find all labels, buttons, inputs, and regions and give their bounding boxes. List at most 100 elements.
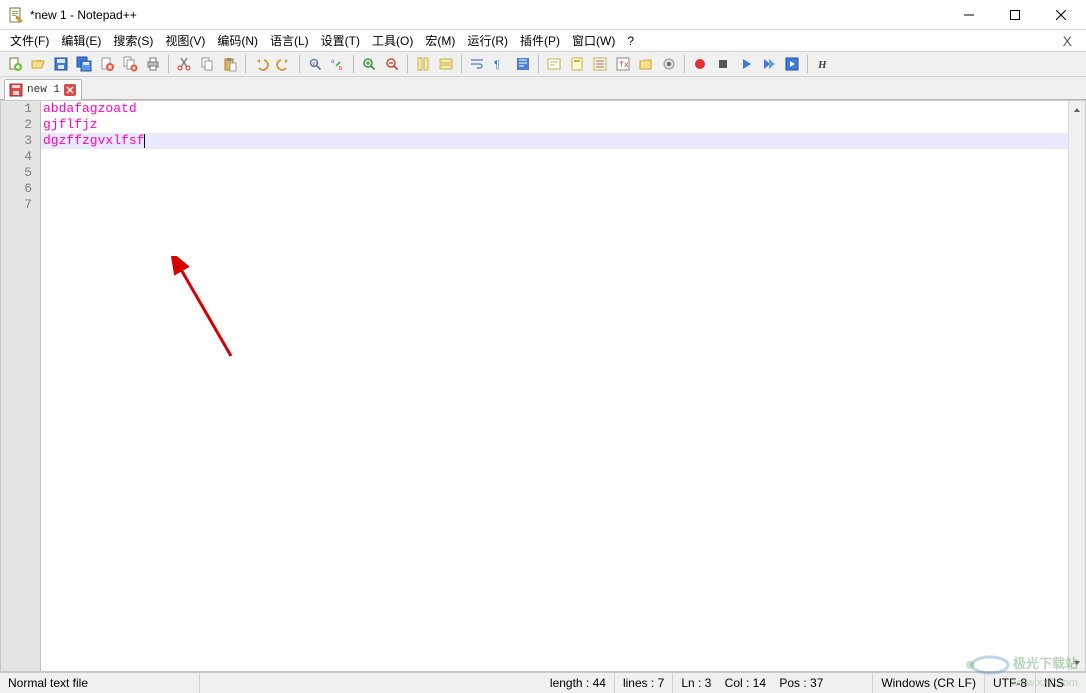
- menu-file[interactable]: 文件(F): [4, 30, 55, 51]
- zoom-out-button[interactable]: [381, 53, 403, 75]
- save-button[interactable]: [50, 53, 72, 75]
- code-text: abdafagzoatd: [43, 101, 137, 116]
- monitor-button[interactable]: [658, 53, 680, 75]
- redo-button[interactable]: [273, 53, 295, 75]
- open-file-button[interactable]: [27, 53, 49, 75]
- menu-edit[interactable]: 编辑(E): [55, 30, 107, 51]
- doc-list-button[interactable]: [589, 53, 611, 75]
- save-all-button[interactable]: [73, 53, 95, 75]
- toolbar-separator: [407, 55, 408, 73]
- annotation-arrow: [161, 256, 251, 366]
- line-number: 3: [1, 133, 32, 149]
- toolbar-separator: [245, 55, 246, 73]
- status-bar: Normal text file length : 44 lines : 7 L…: [0, 672, 1086, 693]
- menu-macro[interactable]: 宏(M): [419, 30, 461, 51]
- close-button[interactable]: [1038, 0, 1084, 29]
- find-button[interactable]: ab: [304, 53, 326, 75]
- svg-text:a: a: [331, 59, 335, 65]
- tab-close-button[interactable]: [64, 84, 76, 96]
- wordwrap-button[interactable]: [466, 53, 488, 75]
- toolbar-separator: [684, 55, 685, 73]
- status-file-type: Normal text file: [0, 673, 200, 693]
- toolbar-separator: [299, 55, 300, 73]
- minimize-button[interactable]: [946, 0, 992, 29]
- line-number: 2: [1, 117, 32, 133]
- toolbar-separator: [807, 55, 808, 73]
- new-file-button[interactable]: [4, 53, 26, 75]
- toolbar-separator: [538, 55, 539, 73]
- scroll-down-arrow[interactable]: [1069, 654, 1085, 671]
- stop-macro-button[interactable]: [712, 53, 734, 75]
- toolbar-separator: [461, 55, 462, 73]
- app-icon: [8, 7, 24, 23]
- menu-bar: 文件(F) 编辑(E) 搜索(S) 视图(V) 编码(N) 语言(L) 设置(T…: [0, 30, 1086, 51]
- close-file-button[interactable]: [96, 53, 118, 75]
- unsaved-file-icon: [9, 83, 23, 97]
- doc-map-button[interactable]: [566, 53, 588, 75]
- save-macro-button[interactable]: [781, 53, 803, 75]
- vertical-scrollbar[interactable]: [1068, 101, 1085, 671]
- status-lines: lines : 7: [615, 673, 673, 693]
- show-all-chars-button[interactable]: ¶: [489, 53, 511, 75]
- undo-button[interactable]: [250, 53, 272, 75]
- menu-help[interactable]: ?: [621, 32, 640, 50]
- record-macro-button[interactable]: [689, 53, 711, 75]
- line-number: 7: [1, 197, 32, 213]
- status-eol: Windows (CR LF): [873, 673, 985, 693]
- code-text: gjflfjz: [43, 117, 98, 132]
- menu-plugins[interactable]: 插件(P): [514, 30, 566, 51]
- user-lang-button[interactable]: [543, 53, 565, 75]
- menu-view[interactable]: 视图(V): [159, 30, 211, 51]
- line-number: 5: [1, 165, 32, 181]
- svg-text:b: b: [339, 66, 343, 72]
- sync-hscroll-button[interactable]: [435, 53, 457, 75]
- editor[interactable]: 1 2 3 4 5 6 7 abdafagzoatd gjflfjz dgzff…: [0, 100, 1086, 672]
- code-area[interactable]: abdafagzoatd gjflfjz dgzffzgvxlfsf: [41, 101, 1085, 671]
- status-ins: INS: [1036, 673, 1086, 693]
- toolbar: ab ab ¶ fx H: [0, 51, 1086, 77]
- copy-button[interactable]: [196, 53, 218, 75]
- replace-button[interactable]: ab: [327, 53, 349, 75]
- window-title: *new 1 - Notepad++: [30, 8, 946, 22]
- cut-button[interactable]: [173, 53, 195, 75]
- code-text: dgzffzgvxlfsf: [43, 133, 144, 148]
- close-all-button[interactable]: [119, 53, 141, 75]
- play-macro-button[interactable]: [735, 53, 757, 75]
- tab-label: new 1: [27, 84, 60, 96]
- scroll-track[interactable]: [1069, 118, 1085, 654]
- func-list-button[interactable]: fx: [612, 53, 634, 75]
- zoom-in-button[interactable]: [358, 53, 380, 75]
- sync-vscroll-button[interactable]: [412, 53, 434, 75]
- menu-search[interactable]: 搜索(S): [107, 30, 159, 51]
- hide-lines-button[interactable]: H: [812, 53, 834, 75]
- status-length: length : 44: [542, 673, 615, 693]
- menu-run[interactable]: 运行(R): [461, 30, 514, 51]
- svg-text:fx: fx: [619, 60, 629, 69]
- folder-workspace-button[interactable]: [635, 53, 657, 75]
- menubar-close-x[interactable]: X: [1053, 33, 1082, 49]
- line-number: 6: [1, 181, 32, 197]
- status-position: Ln : 3 Col : 14 Pos : 37: [673, 673, 873, 693]
- line-number: 4: [1, 149, 32, 165]
- paste-button[interactable]: [219, 53, 241, 75]
- tab-new-1[interactable]: new 1: [4, 79, 82, 100]
- menu-window[interactable]: 窗口(W): [566, 30, 621, 51]
- maximize-button[interactable]: [992, 0, 1038, 29]
- line-number: 1: [1, 101, 32, 117]
- indent-guide-button[interactable]: [512, 53, 534, 75]
- line-number-gutter: 1 2 3 4 5 6 7: [1, 101, 41, 671]
- text-caret: [144, 134, 145, 148]
- status-encoding: UTF-8: [985, 673, 1036, 693]
- toolbar-separator: [168, 55, 169, 73]
- tab-bar: new 1: [0, 77, 1086, 100]
- toolbar-separator: [353, 55, 354, 73]
- menu-tools[interactable]: 工具(O): [366, 30, 419, 51]
- svg-text:ab: ab: [312, 62, 318, 68]
- play-multi-button[interactable]: [758, 53, 780, 75]
- menu-language[interactable]: 语言(L): [264, 30, 315, 51]
- scroll-up-arrow[interactable]: [1069, 101, 1085, 118]
- menu-encoding[interactable]: 编码(N): [211, 30, 264, 51]
- svg-text:H: H: [817, 59, 827, 71]
- menu-settings[interactable]: 设置(T): [315, 30, 366, 51]
- print-button[interactable]: [142, 53, 164, 75]
